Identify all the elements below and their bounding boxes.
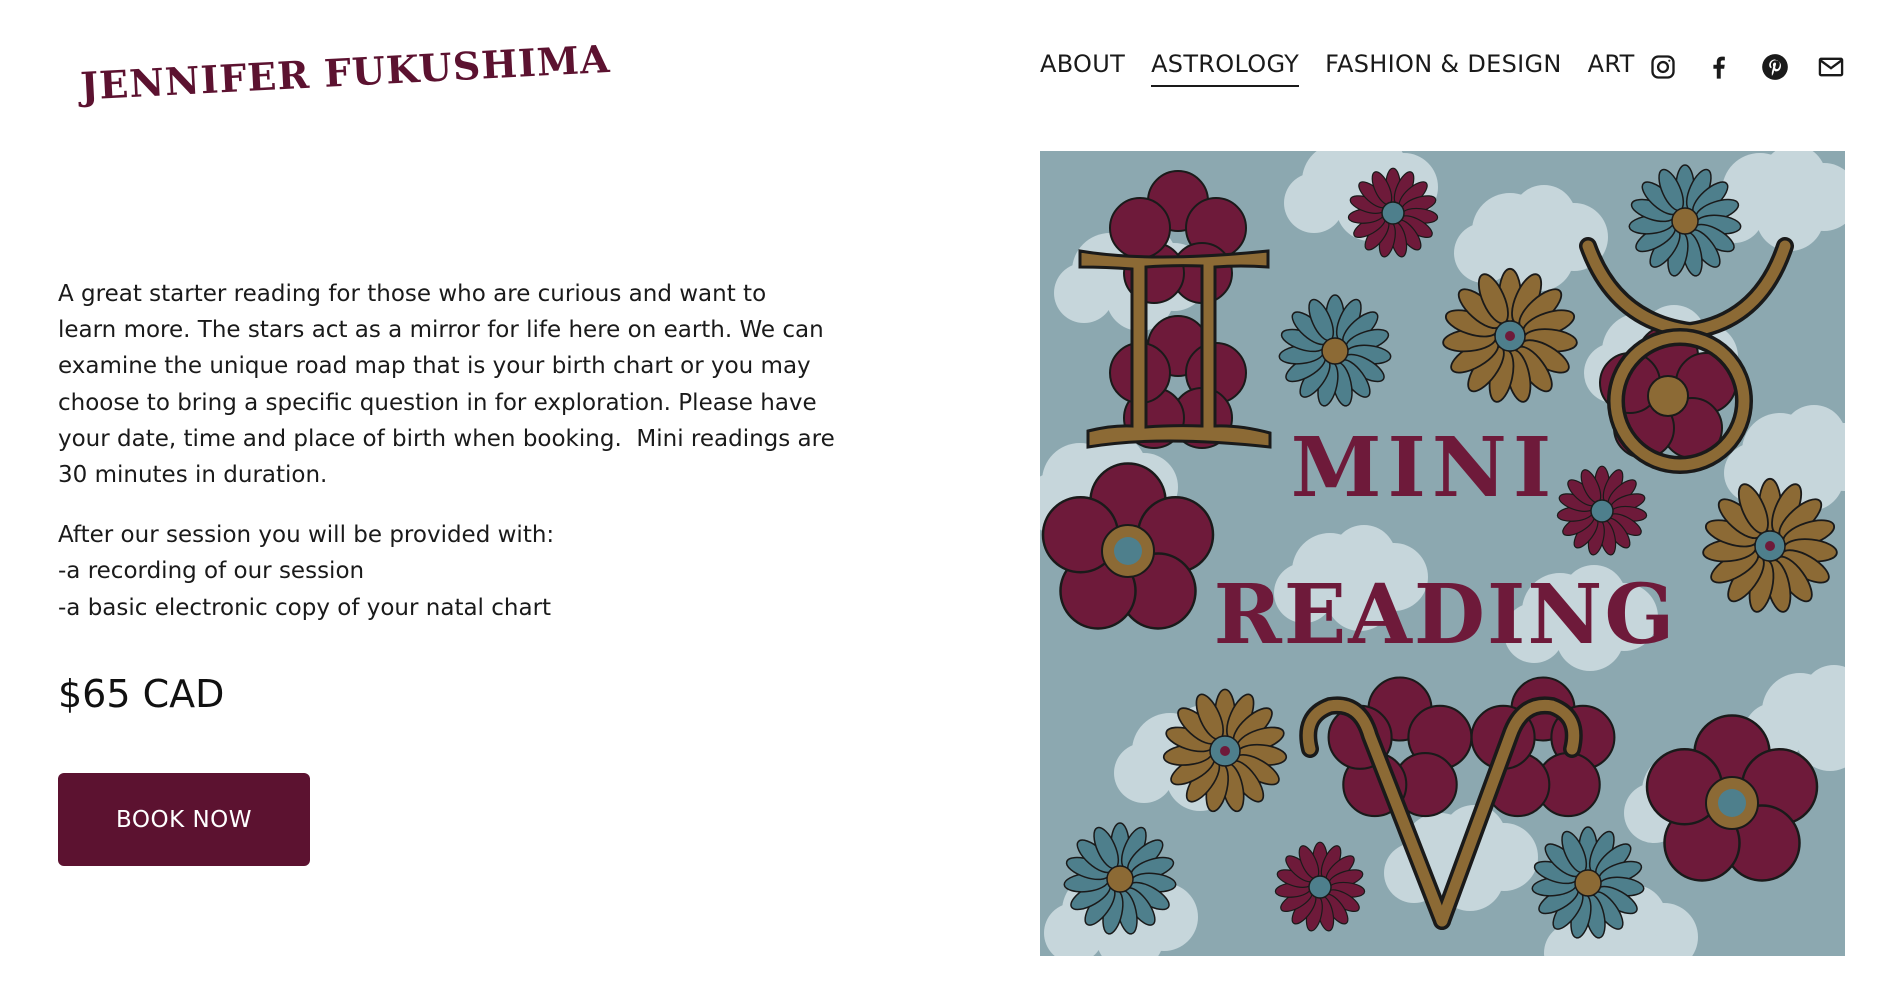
price: $65 CAD [58, 672, 225, 716]
deliverable-item: -a recording of our session [58, 558, 365, 585]
product-description: A great starter reading for those who ar… [58, 276, 878, 650]
description-line: your date, time and place of birth when … [58, 425, 835, 452]
description-line: A great starter reading for those who ar… [58, 281, 767, 307]
nav-astrology[interactable]: ASTROLOGY [1151, 50, 1300, 87]
description-line: 30 minutes in duration. [58, 462, 328, 489]
social-links [1648, 52, 1846, 82]
deliverables-heading: After our session you will be provided w… [58, 522, 555, 549]
nav-art[interactable]: ART [1588, 50, 1635, 87]
nav-about[interactable]: ABOUT [1040, 50, 1125, 87]
main-nav: ABOUT ASTROLOGY FASHION & DESIGN ART [1040, 50, 1661, 87]
mail-icon[interactable] [1816, 52, 1846, 82]
artwork-title-mini: MINI [1291, 420, 1557, 516]
mini-reading-artwork: MINI READING [1040, 151, 1845, 956]
site-logo[interactable]: JENNIFER FUKUSHIMA [76, 36, 611, 109]
instagram-icon[interactable] [1648, 52, 1678, 82]
pinterest-icon[interactable] [1760, 52, 1790, 82]
deliverable-item: -a basic electronic copy of your natal c… [58, 594, 552, 621]
artwork-title-reading: READING [1214, 567, 1677, 663]
description-line: choose to bring a specific question in f… [58, 389, 817, 416]
logo-text: JENNIFER FUKUSHIMA [76, 36, 611, 109]
book-now-button[interactable]: BOOK NOW [58, 773, 310, 866]
deliverables-list: After our session you will be provided w… [58, 517, 878, 626]
description-line: examine the unique road map that is your… [58, 353, 811, 380]
description-paragraph: A great starter reading for those who ar… [58, 276, 878, 493]
nav-fashion-design[interactable]: FASHION & DESIGN [1325, 50, 1562, 87]
facebook-icon[interactable] [1704, 52, 1734, 82]
description-line: learn more. The stars act as a mirror fo… [58, 317, 824, 344]
